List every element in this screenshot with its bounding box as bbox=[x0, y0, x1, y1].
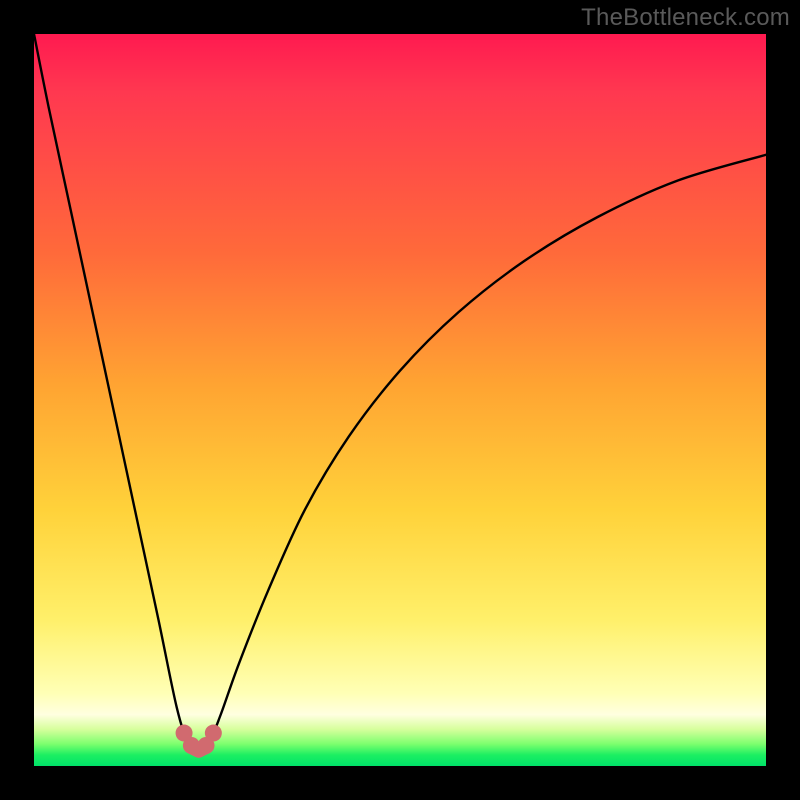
plot-area bbox=[34, 34, 766, 766]
trough-marker-dot bbox=[183, 737, 200, 754]
trough-markers bbox=[34, 34, 766, 766]
watermark-text: TheBottleneck.com bbox=[581, 4, 790, 32]
outer-frame: TheBottleneck.com bbox=[0, 0, 800, 800]
trough-marker-dot bbox=[205, 725, 222, 742]
